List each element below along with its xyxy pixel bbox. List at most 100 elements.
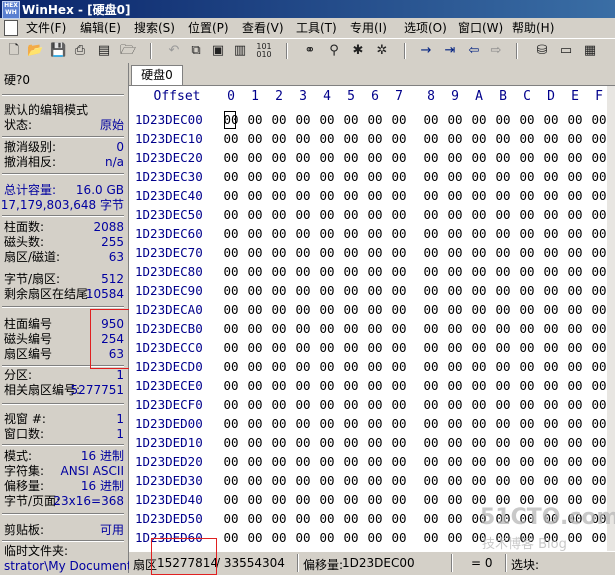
hex-byte[interactable]: 00	[244, 416, 266, 431]
hex-byte[interactable]: 00	[268, 530, 290, 545]
hex-byte[interactable]: 00	[444, 226, 466, 241]
hex-byte[interactable]: 00	[468, 245, 490, 260]
hex-byte[interactable]: 00	[492, 226, 514, 241]
hex-byte[interactable]: 00	[492, 435, 514, 450]
hex-byte[interactable]: 00	[316, 359, 338, 374]
hex-byte[interactable]: 00	[516, 188, 538, 203]
hex-byte[interactable]: 00	[220, 435, 242, 450]
hex-byte[interactable]: 00	[516, 207, 538, 222]
hex-byte[interactable]: 00	[292, 112, 314, 127]
hex-byte[interactable]: 00	[516, 397, 538, 412]
hex-byte[interactable]: 00	[540, 264, 562, 279]
hex-byte[interactable]: 00	[220, 264, 242, 279]
hex-byte[interactable]: 00	[316, 321, 338, 336]
hex-byte[interactable]: 00	[244, 283, 266, 298]
hex-byte[interactable]: 00	[540, 169, 562, 184]
hex-byte[interactable]: 00	[564, 321, 586, 336]
hex-byte[interactable]: 00	[220, 226, 242, 241]
hex-byte[interactable]: 00	[268, 435, 290, 450]
hex-byte[interactable]: 00	[340, 302, 362, 317]
hex-byte[interactable]: 00	[220, 283, 242, 298]
hex-byte[interactable]: 00	[388, 150, 410, 165]
hex-byte[interactable]: 00	[564, 131, 586, 146]
hex-byte[interactable]: 00	[244, 511, 266, 526]
hex-byte[interactable]: 00	[564, 302, 586, 317]
hex-byte[interactable]: 00	[340, 169, 362, 184]
hex-byte[interactable]: 00	[364, 283, 386, 298]
hex-byte[interactable]: 00	[244, 340, 266, 355]
hex-byte[interactable]: 00	[516, 283, 538, 298]
hex-byte[interactable]: 00	[516, 378, 538, 393]
menu-edit[interactable]: 编辑(E)	[80, 20, 121, 36]
hex-byte[interactable]: 00	[268, 359, 290, 374]
hex-byte[interactable]: 00	[316, 112, 338, 127]
hex-byte[interactable]: 00	[516, 473, 538, 488]
hex-byte[interactable]: 00	[468, 264, 490, 279]
hex-byte[interactable]: 00	[220, 473, 242, 488]
hex-byte[interactable]: 00	[292, 473, 314, 488]
hex-byte[interactable]: 00	[468, 302, 490, 317]
hex-byte[interactable]: 00	[340, 245, 362, 260]
hex-byte[interactable]: 00	[468, 207, 490, 222]
menu-search[interactable]: 搜索(S)	[134, 20, 175, 36]
hex-byte[interactable]: 00	[444, 264, 466, 279]
hex-byte[interactable]: 00	[444, 321, 466, 336]
hex-byte[interactable]: 00	[492, 416, 514, 431]
hex-byte[interactable]: 00	[388, 416, 410, 431]
hex-byte[interactable]: 00	[292, 359, 314, 374]
hex-byte[interactable]: 00	[220, 416, 242, 431]
hex-byte[interactable]: 00	[444, 131, 466, 146]
hex-byte[interactable]: 00	[364, 511, 386, 526]
hex-byte[interactable]: 00	[268, 511, 290, 526]
hex-byte[interactable]: 00	[340, 511, 362, 526]
hex-byte[interactable]: 00	[244, 378, 266, 393]
hex-byte[interactable]: 00	[244, 226, 266, 241]
hex-byte[interactable]: 00	[316, 283, 338, 298]
hex-byte[interactable]: 00	[516, 321, 538, 336]
hex-byte[interactable]: 00	[468, 359, 490, 374]
hex-byte[interactable]: 00	[388, 131, 410, 146]
hex-byte[interactable]: 00	[388, 169, 410, 184]
hex-byte[interactable]: 00	[340, 150, 362, 165]
hex-byte[interactable]: 00	[468, 112, 490, 127]
hex-byte[interactable]: 00	[564, 169, 586, 184]
hex-byte[interactable]: 00	[364, 169, 386, 184]
hex-byte[interactable]: 00	[364, 473, 386, 488]
hex-byte[interactable]: 00	[540, 226, 562, 241]
hex-byte[interactable]: 00	[388, 397, 410, 412]
hex-byte[interactable]: 00	[364, 416, 386, 431]
hex-byte[interactable]: 00	[316, 435, 338, 450]
hex-byte[interactable]: 00	[564, 359, 586, 374]
hex-byte[interactable]: 00	[420, 454, 442, 469]
hex-byte[interactable]: 00	[292, 530, 314, 545]
hex-byte[interactable]: 00	[444, 454, 466, 469]
hex-byte[interactable]: 00	[420, 207, 442, 222]
hex-byte[interactable]: 00	[292, 340, 314, 355]
hex-byte[interactable]: 00	[540, 112, 562, 127]
hex-byte[interactable]: 00	[468, 416, 490, 431]
hex-byte[interactable]: 00	[492, 397, 514, 412]
hex-byte[interactable]: 00	[420, 264, 442, 279]
hex-byte[interactable]: 00	[420, 283, 442, 298]
hex-byte[interactable]: 00	[316, 511, 338, 526]
hex-byte[interactable]: 00	[340, 454, 362, 469]
hex-byte[interactable]: 00	[388, 378, 410, 393]
hex-byte[interactable]: 00	[492, 264, 514, 279]
hex-byte[interactable]: 00	[268, 321, 290, 336]
hex-byte[interactable]: 00	[444, 188, 466, 203]
hex-byte[interactable]: 00	[220, 245, 242, 260]
hex-byte[interactable]: 00	[268, 226, 290, 241]
hex-byte[interactable]: 00	[316, 188, 338, 203]
hex-byte[interactable]: 00	[292, 131, 314, 146]
hex-byte[interactable]: 00	[540, 359, 562, 374]
hex-byte[interactable]: 00	[564, 397, 586, 412]
hex-byte[interactable]: 00	[516, 150, 538, 165]
hex-byte[interactable]: 00	[420, 511, 442, 526]
hex-byte[interactable]: 00	[364, 530, 386, 545]
hex-byte[interactable]: 00	[244, 321, 266, 336]
hex-byte[interactable]: 00	[364, 397, 386, 412]
menu-special[interactable]: 专用(I)	[350, 20, 387, 36]
hex-byte[interactable]: 00	[340, 435, 362, 450]
hex-byte[interactable]: 00	[444, 473, 466, 488]
hex-byte[interactable]: 00	[292, 226, 314, 241]
